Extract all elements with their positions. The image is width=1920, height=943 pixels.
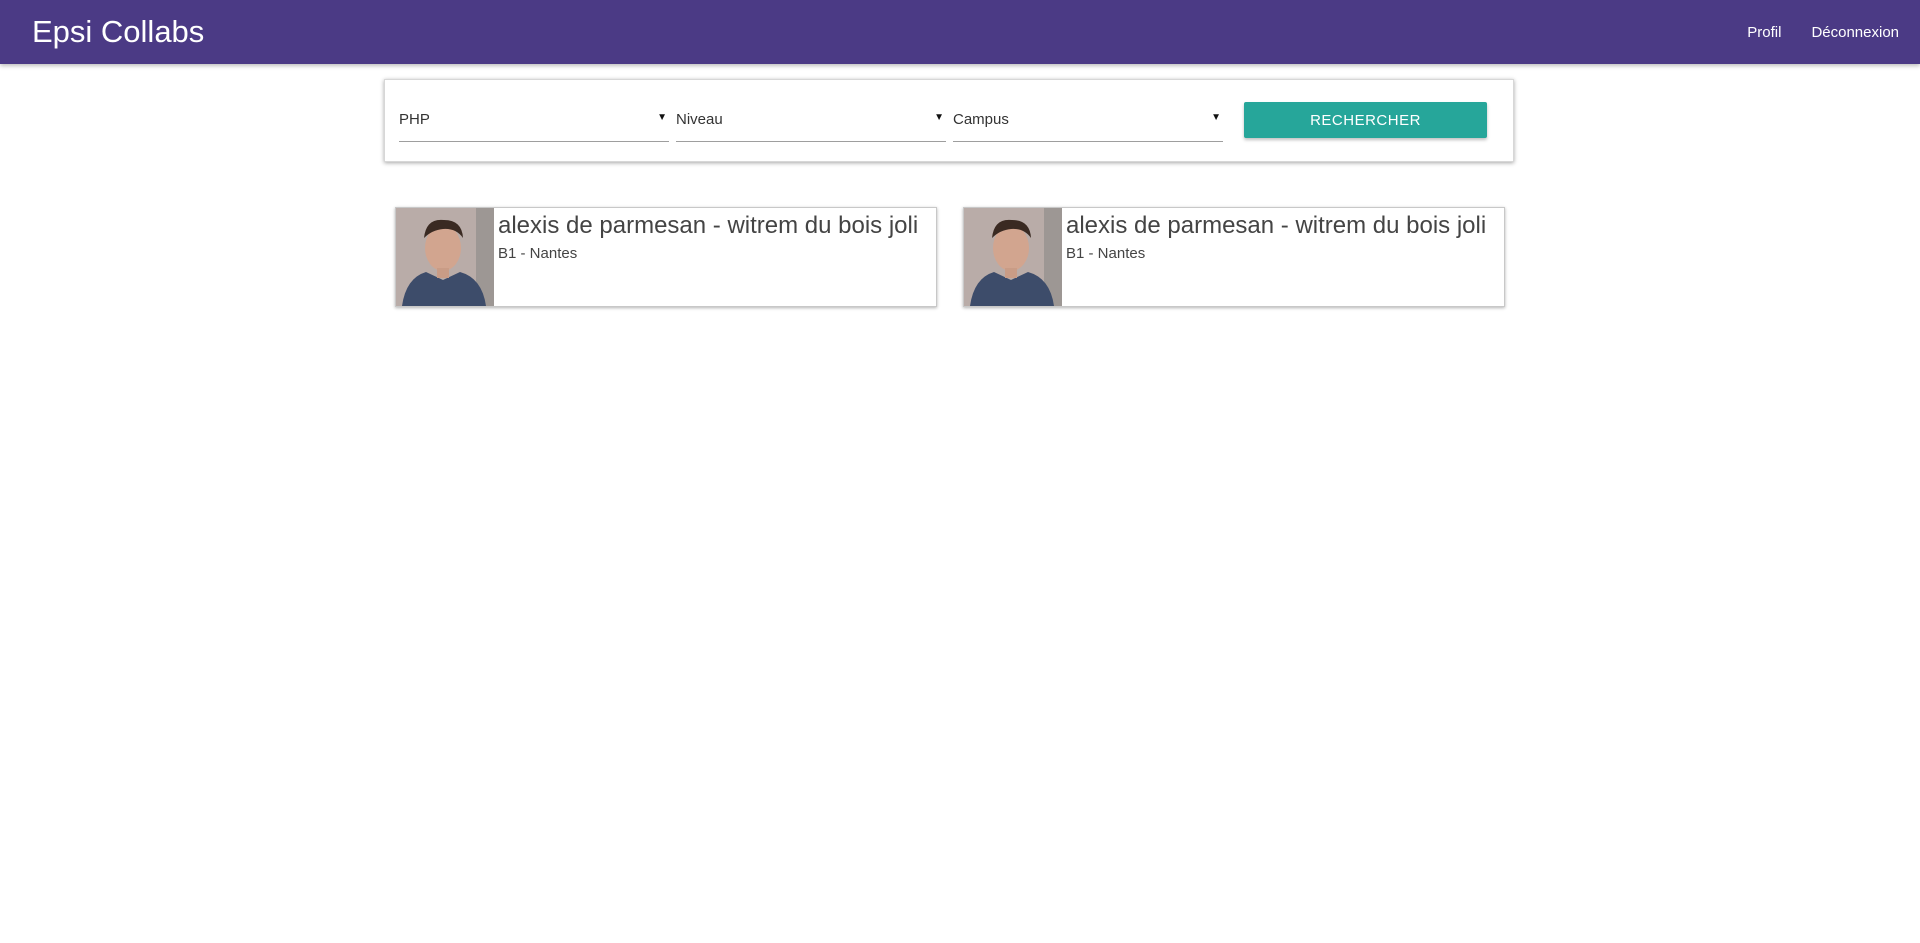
nav-link-deconnexion[interactable]: Déconnexion [1796, 24, 1914, 41]
search-button[interactable]: RECHERCHER [1244, 102, 1487, 138]
campus-select[interactable]: Campus ▼ [953, 100, 1223, 142]
caret-down-icon: ▼ [1211, 112, 1221, 123]
level-select[interactable]: Niveau ▼ [676, 100, 946, 142]
result-card[interactable]: alexis de parmesan - witrem du bois joli… [395, 207, 937, 307]
skill-select[interactable]: PHP ▼ [399, 100, 669, 142]
level-select-value: Niveau [676, 111, 723, 128]
result-name: alexis de parmesan - witrem du bois joli [498, 212, 919, 239]
caret-down-icon: ▼ [934, 112, 944, 123]
person-photo-icon [964, 208, 1062, 306]
avatar [964, 208, 1062, 306]
result-meta: B1 - Nantes [498, 245, 578, 262]
result-name: alexis de parmesan - witrem du bois joli [1066, 212, 1487, 239]
campus-select-value: Campus [953, 111, 1009, 128]
result-meta: B1 - Nantes [1066, 245, 1146, 262]
nav-links: Profil Déconnexion [1732, 0, 1914, 64]
search-panel: PHP ▼ Niveau ▼ Campus ▼ RECHERCHER [384, 79, 1514, 162]
avatar [396, 208, 494, 306]
skill-select-value: PHP [399, 111, 430, 128]
brand-logo[interactable]: Epsi Collabs [32, 14, 204, 50]
nav-link-profil[interactable]: Profil [1732, 24, 1796, 41]
top-navbar: Epsi Collabs Profil Déconnexion [0, 0, 1920, 64]
person-photo-icon [396, 208, 494, 306]
caret-down-icon: ▼ [657, 112, 667, 123]
result-card[interactable]: alexis de parmesan - witrem du bois joli… [963, 207, 1505, 307]
